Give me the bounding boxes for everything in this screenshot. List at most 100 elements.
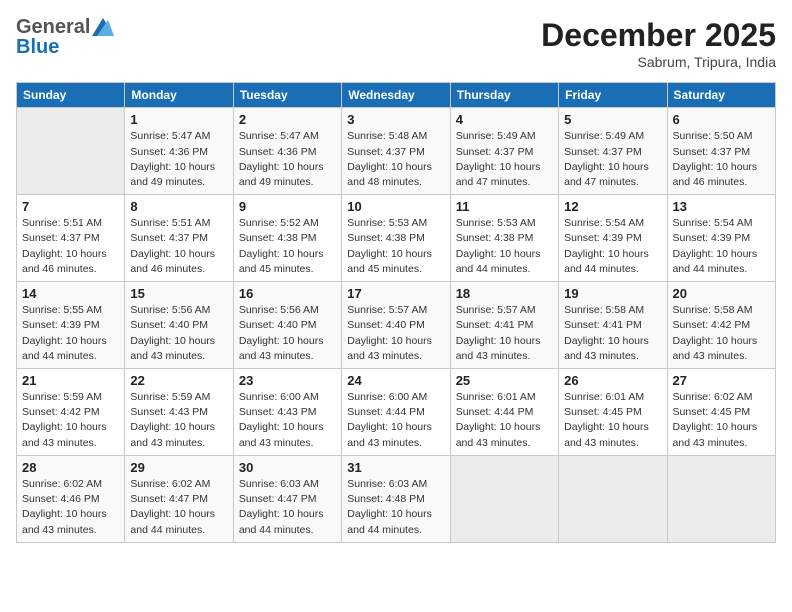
- day-number: 2: [239, 112, 336, 127]
- page-header: General Blue December 2025 Sabrum, Tripu…: [16, 16, 776, 70]
- calendar-cell: 29 Sunrise: 6:02 AM Sunset: 4:47 PM Dayli…: [125, 455, 233, 542]
- week-row-5: 28 Sunrise: 6:02 AM Sunset: 4:46 PM Dayli…: [17, 455, 776, 542]
- calendar-cell: 14Sunrise: 5:55 AM Sunset: 4:39 PM Dayli…: [17, 282, 125, 369]
- day-info: Sunrise: 5:49 AM Sunset: 4:37 PM Dayligh…: [564, 129, 661, 190]
- calendar-cell: 19 Sunrise: 5:58 AM Sunset: 4:41 PM Dayli…: [559, 282, 667, 369]
- calendar-cell: 9 Sunrise: 5:52 AM Sunset: 4:38 PM Daylig…: [233, 195, 341, 282]
- day-info: Sunrise: 5:47 AM Sunset: 4:36 PM Dayligh…: [239, 129, 336, 190]
- day-info: Sunrise: 5:54 AM Sunset: 4:39 PM Dayligh…: [564, 216, 661, 277]
- weekday-header-row: SundayMondayTuesdayWednesdayThursdayFrid…: [17, 83, 776, 108]
- day-number: 3: [347, 112, 444, 127]
- logo-general: General: [16, 16, 90, 38]
- day-number: 31: [347, 460, 444, 475]
- day-number: 6: [673, 112, 770, 127]
- weekday-header-saturday: Saturday: [667, 83, 775, 108]
- day-info: Sunrise: 5:48 AM Sunset: 4:37 PM Dayligh…: [347, 129, 444, 190]
- day-number: 25: [456, 373, 553, 388]
- day-info: Sunrise: 5:52 AM Sunset: 4:38 PM Dayligh…: [239, 216, 336, 277]
- calendar-cell: 1Sunrise: 5:47 AM Sunset: 4:36 PM Daylig…: [125, 108, 233, 195]
- calendar-cell: 24 Sunrise: 6:00 AM Sunset: 4:44 PM Dayli…: [342, 369, 450, 456]
- day-info: Sunrise: 6:03 AM Sunset: 4:48 PM Dayligh…: [347, 477, 444, 538]
- day-number: 8: [130, 199, 227, 214]
- calendar-cell: 31 Sunrise: 6:03 AM Sunset: 4:48 PM Dayli…: [342, 455, 450, 542]
- day-info: Sunrise: 5:56 AM Sunset: 4:40 PM Dayligh…: [130, 303, 227, 364]
- day-number: 4: [456, 112, 553, 127]
- day-number: 23: [239, 373, 336, 388]
- calendar-cell: 17 Sunrise: 5:57 AM Sunset: 4:40 PM Dayli…: [342, 282, 450, 369]
- title-block: December 2025 Sabrum, Tripura, India: [541, 16, 776, 70]
- day-number: 24: [347, 373, 444, 388]
- calendar-cell: 2 Sunrise: 5:47 AM Sunset: 4:36 PM Daylig…: [233, 108, 341, 195]
- day-number: 5: [564, 112, 661, 127]
- calendar-cell: 22 Sunrise: 5:59 AM Sunset: 4:43 PM Dayli…: [125, 369, 233, 456]
- day-number: 17: [347, 286, 444, 301]
- calendar-cell: 26 Sunrise: 6:01 AM Sunset: 4:45 PM Dayli…: [559, 369, 667, 456]
- weekday-header-wednesday: Wednesday: [342, 83, 450, 108]
- calendar-cell: 18 Sunrise: 5:57 AM Sunset: 4:41 PM Dayli…: [450, 282, 558, 369]
- day-info: Sunrise: 6:01 AM Sunset: 4:44 PM Dayligh…: [456, 390, 553, 451]
- day-info: Sunrise: 6:02 AM Sunset: 4:45 PM Dayligh…: [673, 390, 770, 451]
- logo-blue: Blue: [16, 36, 59, 58]
- day-number: 26: [564, 373, 661, 388]
- day-info: Sunrise: 5:58 AM Sunset: 4:42 PM Dayligh…: [673, 303, 770, 364]
- day-number: 28: [22, 460, 119, 475]
- weekday-header-thursday: Thursday: [450, 83, 558, 108]
- day-number: 27: [673, 373, 770, 388]
- calendar-cell: 5 Sunrise: 5:49 AM Sunset: 4:37 PM Daylig…: [559, 108, 667, 195]
- logo: General Blue: [16, 16, 114, 58]
- day-info: Sunrise: 5:57 AM Sunset: 4:40 PM Dayligh…: [347, 303, 444, 364]
- calendar-cell: [667, 455, 775, 542]
- day-number: 16: [239, 286, 336, 301]
- day-number: 19: [564, 286, 661, 301]
- location-subtitle: Sabrum, Tripura, India: [541, 54, 776, 70]
- day-info: Sunrise: 5:50 AM Sunset: 4:37 PM Dayligh…: [673, 129, 770, 190]
- day-info: Sunrise: 5:59 AM Sunset: 4:42 PM Dayligh…: [22, 390, 119, 451]
- calendar-cell: [17, 108, 125, 195]
- calendar-cell: 15Sunrise: 5:56 AM Sunset: 4:40 PM Dayli…: [125, 282, 233, 369]
- calendar-cell: 25 Sunrise: 6:01 AM Sunset: 4:44 PM Dayli…: [450, 369, 558, 456]
- calendar-cell: 10 Sunrise: 5:53 AM Sunset: 4:38 PM Dayli…: [342, 195, 450, 282]
- calendar-cell: 30Sunrise: 6:03 AM Sunset: 4:47 PM Dayli…: [233, 455, 341, 542]
- weekday-header-tuesday: Tuesday: [233, 83, 341, 108]
- day-info: Sunrise: 5:54 AM Sunset: 4:39 PM Dayligh…: [673, 216, 770, 277]
- day-number: 18: [456, 286, 553, 301]
- calendar-cell: 28 Sunrise: 6:02 AM Sunset: 4:46 PM Dayli…: [17, 455, 125, 542]
- weekday-header-monday: Monday: [125, 83, 233, 108]
- calendar-cell: [450, 455, 558, 542]
- month-title: December 2025: [541, 16, 776, 54]
- day-info: Sunrise: 5:53 AM Sunset: 4:38 PM Dayligh…: [456, 216, 553, 277]
- day-info: Sunrise: 5:58 AM Sunset: 4:41 PM Dayligh…: [564, 303, 661, 364]
- day-info: Sunrise: 6:02 AM Sunset: 4:47 PM Dayligh…: [130, 477, 227, 538]
- week-row-2: 7 Sunrise: 5:51 AM Sunset: 4:37 PM Daylig…: [17, 195, 776, 282]
- day-info: Sunrise: 5:51 AM Sunset: 4:37 PM Dayligh…: [130, 216, 227, 277]
- day-info: Sunrise: 6:00 AM Sunset: 4:43 PM Dayligh…: [239, 390, 336, 451]
- day-info: Sunrise: 6:00 AM Sunset: 4:44 PM Dayligh…: [347, 390, 444, 451]
- day-info: Sunrise: 5:59 AM Sunset: 4:43 PM Dayligh…: [130, 390, 227, 451]
- day-number: 29: [130, 460, 227, 475]
- day-info: Sunrise: 5:49 AM Sunset: 4:37 PM Dayligh…: [456, 129, 553, 190]
- calendar-cell: 8 Sunrise: 5:51 AM Sunset: 4:37 PM Daylig…: [125, 195, 233, 282]
- calendar-cell: 13 Sunrise: 5:54 AM Sunset: 4:39 PM Dayli…: [667, 195, 775, 282]
- day-number: 1: [130, 112, 227, 127]
- day-info: Sunrise: 5:57 AM Sunset: 4:41 PM Dayligh…: [456, 303, 553, 364]
- day-number: 10: [347, 199, 444, 214]
- day-info: Sunrise: 6:02 AM Sunset: 4:46 PM Dayligh…: [22, 477, 119, 538]
- calendar-cell: 16 Sunrise: 5:56 AM Sunset: 4:40 PM Dayli…: [233, 282, 341, 369]
- calendar-cell: 20Sunrise: 5:58 AM Sunset: 4:42 PM Dayli…: [667, 282, 775, 369]
- day-number: 13: [673, 199, 770, 214]
- weekday-header-friday: Friday: [559, 83, 667, 108]
- calendar-cell: 4 Sunrise: 5:49 AM Sunset: 4:37 PM Daylig…: [450, 108, 558, 195]
- calendar-table: SundayMondayTuesdayWednesdayThursdayFrid…: [16, 82, 776, 542]
- day-number: 21: [22, 373, 119, 388]
- day-info: Sunrise: 5:53 AM Sunset: 4:38 PM Dayligh…: [347, 216, 444, 277]
- day-number: 7: [22, 199, 119, 214]
- day-info: Sunrise: 6:01 AM Sunset: 4:45 PM Dayligh…: [564, 390, 661, 451]
- weekday-header-sunday: Sunday: [17, 83, 125, 108]
- day-number: 22: [130, 373, 227, 388]
- calendar-cell: 7 Sunrise: 5:51 AM Sunset: 4:37 PM Daylig…: [17, 195, 125, 282]
- day-info: Sunrise: 5:51 AM Sunset: 4:37 PM Dayligh…: [22, 216, 119, 277]
- calendar-cell: 21 Sunrise: 5:59 AM Sunset: 4:42 PM Dayli…: [17, 369, 125, 456]
- day-number: 9: [239, 199, 336, 214]
- day-info: Sunrise: 5:56 AM Sunset: 4:40 PM Dayligh…: [239, 303, 336, 364]
- day-number: 30: [239, 460, 336, 475]
